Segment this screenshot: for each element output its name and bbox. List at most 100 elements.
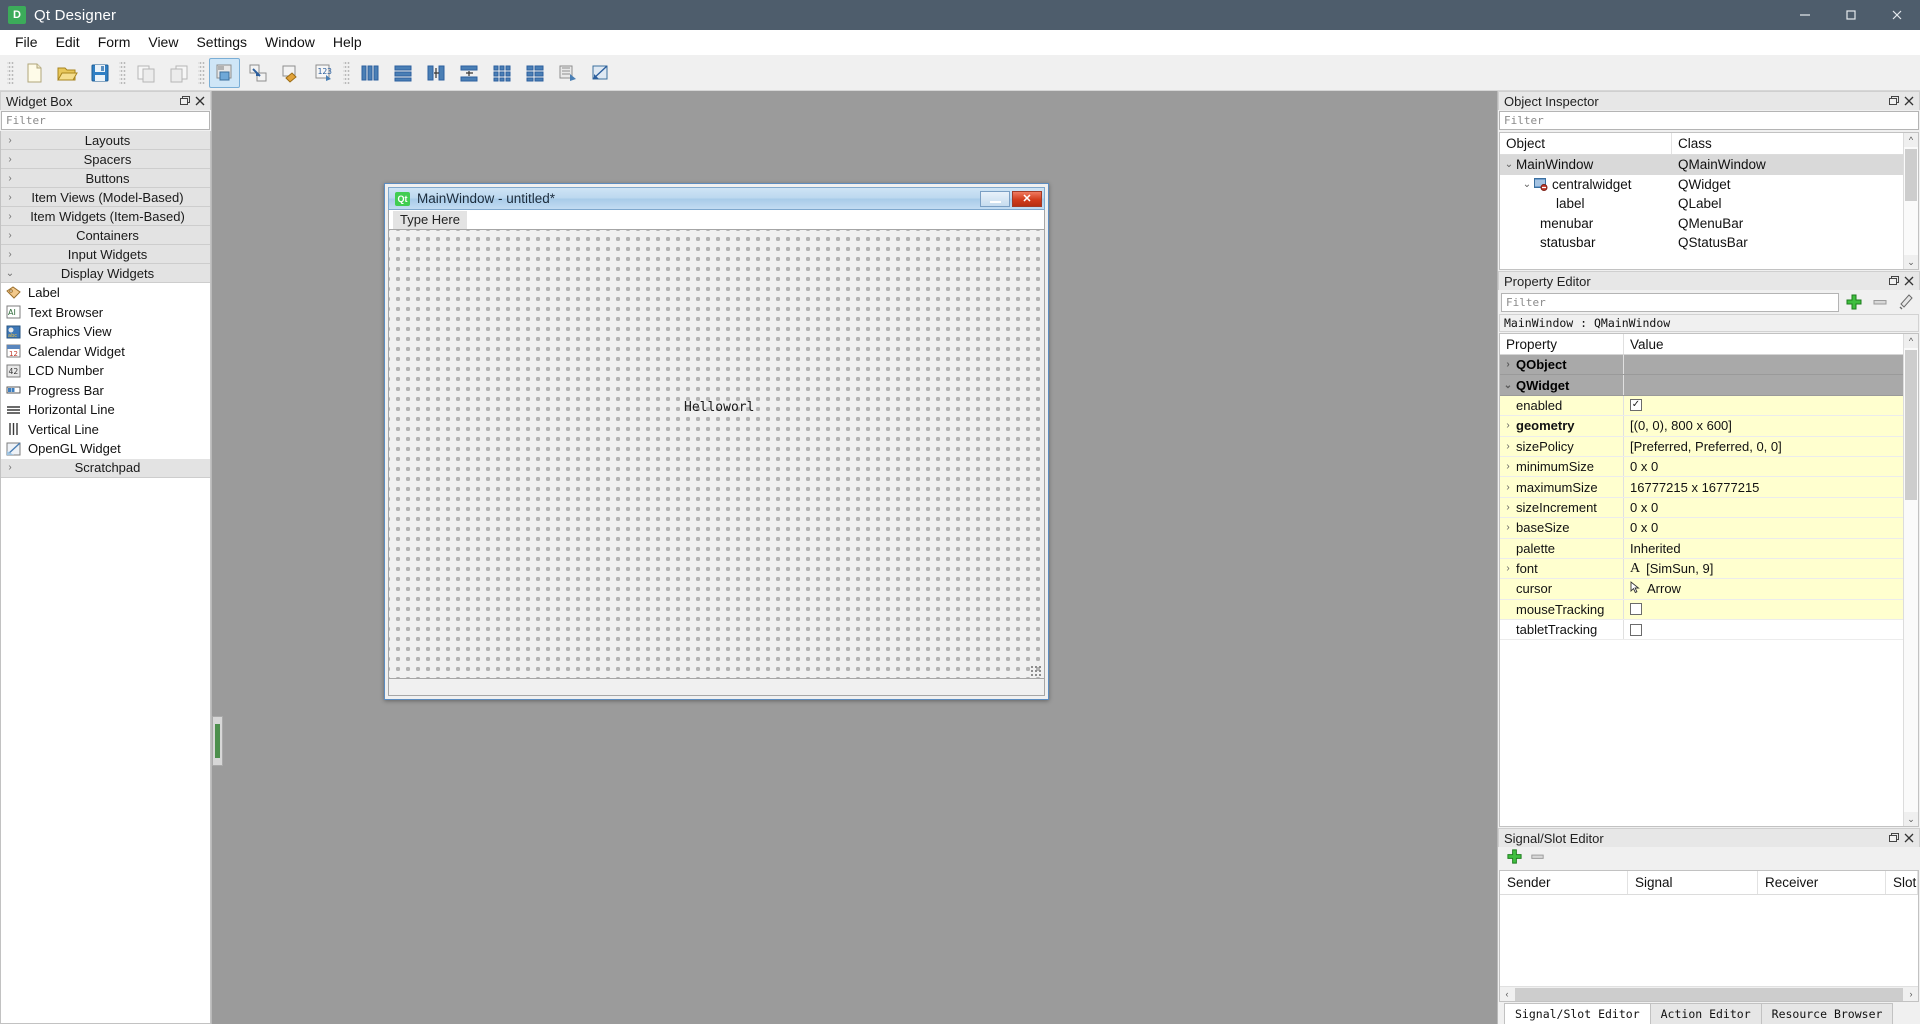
menu-help[interactable]: Help — [324, 31, 371, 53]
configure-property-editor-button[interactable] — [1895, 292, 1917, 312]
chevron-right-icon[interactable]: › — [1500, 420, 1516, 431]
save-form-button[interactable] — [84, 58, 115, 88]
tree-row[interactable]: statusbar QStatusBar — [1500, 233, 1903, 253]
form-menubar[interactable]: Type Here — [388, 210, 1045, 229]
column-header-signal[interactable]: Signal — [1628, 871, 1758, 894]
edit-buddies-button[interactable] — [275, 58, 306, 88]
object-inspector-close-button[interactable] — [1901, 94, 1916, 109]
property-row-geometry[interactable]: › geometry [(0, 0), 800 x 600] — [1500, 416, 1903, 437]
menu-view[interactable]: View — [139, 31, 187, 53]
layout-grid-button[interactable] — [486, 58, 517, 88]
menu-edit[interactable]: Edit — [47, 31, 89, 53]
adjust-size-button[interactable] — [585, 58, 616, 88]
layout-splitter-vertical-button[interactable] — [453, 58, 484, 88]
property-row-palette[interactable]: palette Inherited — [1500, 538, 1903, 559]
chevron-down-icon[interactable]: ⌄ — [1500, 380, 1516, 391]
scroll-down-icon[interactable]: ⌄ — [1904, 812, 1918, 826]
scroll-left-icon[interactable]: ‹ — [1500, 989, 1514, 999]
tree-row[interactable]: ⌄ centralwidget QWidget — [1500, 175, 1903, 195]
chevron-right-icon[interactable]: › — [1500, 522, 1516, 533]
signal-slot-connections-table[interactable]: Sender Signal Receiver Slot ‹ › — [1499, 870, 1919, 1002]
tab-signal-slot-editor[interactable]: Signal/Slot Editor — [1504, 1003, 1651, 1024]
maximize-window-button[interactable] — [1828, 0, 1874, 30]
redo-button[interactable] — [163, 58, 194, 88]
widget-box-float-button[interactable] — [177, 94, 192, 109]
widget-category-item-views[interactable]: › Item Views (Model-Based) — [1, 188, 210, 207]
form-close-button[interactable]: ✕ — [1012, 190, 1042, 207]
property-value[interactable]: 0 x 0 — [1624, 457, 1903, 476]
scroll-track[interactable] — [1904, 348, 1918, 812]
widget-category-buttons[interactable]: › Buttons — [1, 169, 210, 188]
widget-category-scratchpad[interactable]: › Scratchpad — [1, 458, 210, 478]
tree-row[interactable]: menubar QMenuBar — [1500, 214, 1903, 234]
layout-splitter-horizontal-button[interactable] — [420, 58, 451, 88]
signal-slot-editor-close-button[interactable] — [1901, 831, 1916, 846]
form-canvas[interactable]: Qt MainWindow - untitled* ✕ Type Here He… — [212, 91, 1497, 1024]
widget-item-label[interactable]: Label — [1, 283, 210, 303]
property-value[interactable]: 0 x 0 — [1624, 498, 1903, 517]
chevron-down-icon[interactable]: ⌄ — [1520, 179, 1534, 190]
tree-row[interactable]: label QLabel — [1500, 194, 1903, 214]
tree-row[interactable]: ⌄ MainWindow QMainWindow — [1500, 155, 1903, 175]
widget-item-graphics-view[interactable]: abc Graphics View — [1, 322, 210, 342]
property-editor-table[interactable]: Property Value › QObject ⌄ QWidget enabl… — [1500, 334, 1903, 826]
layout-form-button[interactable] — [519, 58, 550, 88]
chevron-right-icon[interactable]: › — [1500, 563, 1516, 574]
scroll-up-icon[interactable]: ^ — [1904, 133, 1918, 147]
minimize-window-button[interactable] — [1782, 0, 1828, 30]
toolbar-grip-2[interactable] — [119, 59, 126, 86]
widget-item-opengl-widget[interactable]: OpenGL Widget — [1, 439, 210, 459]
object-inspector-tree[interactable]: Object Class ⌄ MainWindow QMainWindow ⌄ … — [1500, 133, 1903, 269]
tablettracking-checkbox[interactable] — [1630, 623, 1642, 636]
close-window-button[interactable] — [1874, 0, 1920, 30]
column-header-receiver[interactable]: Receiver — [1758, 871, 1886, 894]
property-value[interactable]: [Preferred, Preferred, 0, 0] — [1624, 437, 1903, 456]
menu-form[interactable]: Form — [89, 31, 140, 53]
form-label-helloworld[interactable]: Helloworl — [684, 400, 754, 415]
object-inspector-filter-input[interactable]: Filter — [1499, 111, 1919, 130]
property-value[interactable]: Arrow — [1647, 581, 1681, 596]
open-form-button[interactable] — [51, 58, 82, 88]
form-resize-grip[interactable] — [1030, 665, 1042, 677]
widget-category-item-widgets[interactable]: › Item Widgets (Item-Based) — [1, 207, 210, 226]
layout-vertically-button[interactable] — [387, 58, 418, 88]
property-row-maximumsize[interactable]: › maximumSize 16777215 x 16777215 — [1500, 477, 1903, 498]
column-header-value[interactable]: Value — [1624, 334, 1664, 354]
widget-item-horizontal-line[interactable]: Horizontal Line — [1, 400, 210, 420]
form-preview-window[interactable]: Qt MainWindow - untitled* ✕ Type Here He… — [384, 183, 1049, 700]
property-row-minimumsize[interactable]: › minimumSize 0 x 0 — [1500, 456, 1903, 478]
toolbar-grip-4[interactable] — [343, 59, 350, 86]
break-layout-button[interactable] — [552, 58, 583, 88]
edit-widgets-button[interactable] — [209, 57, 240, 88]
object-inspector-float-button[interactable] — [1886, 94, 1901, 109]
edit-tab-order-button[interactable]: 123 — [308, 58, 339, 88]
chevron-right-icon[interactable]: › — [1500, 359, 1516, 370]
widget-category-input-widgets[interactable]: › Input Widgets — [1, 245, 210, 264]
chevron-right-icon[interactable]: › — [1500, 441, 1516, 452]
column-header-slot[interactable]: Slot — [1886, 871, 1918, 894]
chevron-down-icon[interactable]: ⌄ — [1502, 159, 1516, 170]
tab-resource-browser[interactable]: Resource Browser — [1760, 1003, 1894, 1024]
property-group-qwidget[interactable]: ⌄ QWidget — [1500, 375, 1903, 396]
property-value[interactable]: [(0, 0), 800 x 600] — [1624, 416, 1903, 435]
edit-signals-slots-button[interactable] — [242, 58, 273, 88]
widget-item-progress-bar[interactable]: Progress Bar — [1, 380, 210, 400]
add-dynamic-property-button[interactable] — [1843, 292, 1865, 312]
canvas-left-edge-tab[interactable] — [212, 716, 223, 766]
property-row-font[interactable]: › font A [SimSun, 9] — [1500, 558, 1903, 580]
property-row-mousetracking[interactable]: mouseTracking — [1500, 599, 1903, 621]
widget-box-list[interactable]: › Layouts › Spacers › Buttons › Item Vie… — [0, 131, 211, 1024]
property-value[interactable]: Inherited — [1624, 539, 1903, 558]
property-value[interactable]: 16777215 x 16777215 — [1624, 477, 1903, 496]
widget-item-vertical-line[interactable]: Vertical Line — [1, 419, 210, 439]
scroll-up-icon[interactable]: ^ — [1904, 334, 1918, 348]
widget-item-text-browser[interactable]: AI Text Browser — [1, 302, 210, 322]
layout-horizontally-button[interactable] — [354, 58, 385, 88]
property-row-basesize[interactable]: › baseSize 0 x 0 — [1500, 518, 1903, 539]
toolbar-grip-3[interactable] — [198, 59, 205, 86]
undo-button[interactable] — [130, 58, 161, 88]
column-header-property[interactable]: Property — [1500, 334, 1624, 354]
scroll-thumb[interactable] — [1905, 350, 1917, 500]
object-inspector-scrollbar[interactable]: ^ ⌄ — [1903, 133, 1918, 269]
property-value[interactable]: [SimSun, 9] — [1646, 561, 1713, 576]
